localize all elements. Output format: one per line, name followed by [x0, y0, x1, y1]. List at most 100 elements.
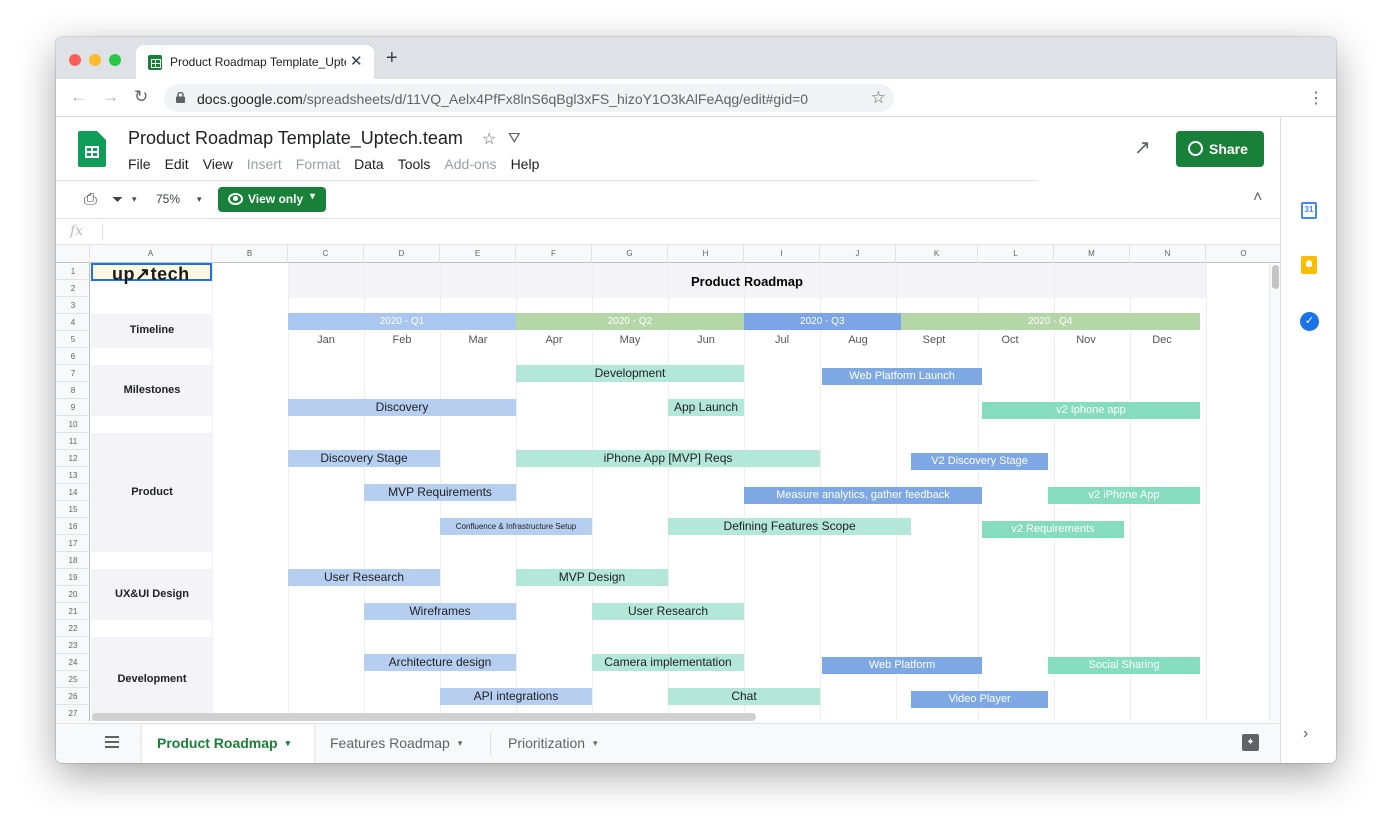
roadmap-bar[interactable]: Development: [516, 365, 744, 382]
menu-item-format[interactable]: Format: [296, 156, 340, 172]
column-header-m[interactable]: M: [1054, 245, 1130, 263]
reload-icon[interactable]: ↻: [134, 88, 148, 106]
collapse-header-icon[interactable]: ˄: [1253, 189, 1262, 207]
row-header-24[interactable]: 24: [56, 654, 90, 671]
column-header-k[interactable]: K: [896, 245, 978, 263]
sheet-tab-features-roadmap[interactable]: Features Roadmap ▾: [330, 724, 462, 763]
row-header-25[interactable]: 25: [56, 671, 90, 688]
zoom-caret-icon[interactable]: ▾: [197, 194, 202, 205]
roadmap-bar[interactable]: Defining Features Scope: [668, 518, 912, 535]
row-header-4[interactable]: 4: [56, 314, 90, 331]
sheet-tab-caret-icon[interactable]: ▾: [593, 738, 598, 748]
corner-cell[interactable]: [56, 245, 90, 263]
menu-item-help[interactable]: Help: [511, 156, 540, 172]
expand-panel-icon[interactable]: ›: [1303, 725, 1308, 743]
row-header-3[interactable]: 3: [56, 297, 90, 314]
roadmap-bar[interactable]: V2 Discovery Stage: [911, 453, 1048, 471]
sheets-logo-icon[interactable]: [78, 131, 106, 167]
menu-item-edit[interactable]: Edit: [165, 156, 189, 172]
row-header-10[interactable]: 10: [56, 416, 90, 433]
selected-cell-a1[interactable]: up↗tech: [91, 263, 212, 284]
formula-bar[interactable]: fx: [56, 219, 1280, 245]
menu-item-addons[interactable]: Add-ons: [444, 156, 496, 172]
column-header-d[interactable]: D: [364, 245, 440, 263]
zoom-select[interactable]: 75%: [156, 192, 180, 206]
browser-tab[interactable]: Product Roadmap Template_Uptech.team ✕: [136, 45, 374, 79]
explore-icon[interactable]: ✦: [1242, 734, 1259, 751]
row-header-27[interactable]: 27: [56, 705, 90, 721]
column-header-g[interactable]: G: [592, 245, 668, 263]
row-header-20[interactable]: 20: [56, 586, 90, 603]
vertical-scroll-thumb[interactable]: [1272, 265, 1279, 289]
roadmap-bar[interactable]: v2 Requirements: [981, 521, 1124, 539]
column-header-e[interactable]: E: [440, 245, 516, 263]
column-header-c[interactable]: C: [288, 245, 364, 263]
row-header-19[interactable]: 19: [56, 569, 90, 586]
column-header-i[interactable]: I: [744, 245, 820, 263]
roadmap-bar[interactable]: v2 iPhone App: [1048, 487, 1200, 505]
roadmap-bar[interactable]: Chat: [668, 688, 820, 705]
print-icon[interactable]: ⎙: [84, 191, 97, 209]
row-header-23[interactable]: 23: [56, 637, 90, 654]
filter-icon[interactable]: ⏷: [112, 191, 123, 208]
row-header-11[interactable]: 11: [56, 433, 90, 450]
row-header-17[interactable]: 17: [56, 535, 90, 552]
column-header-l[interactable]: L: [978, 245, 1054, 263]
all-sheets-icon[interactable]: [105, 736, 119, 748]
close-window-button[interactable]: [69, 54, 81, 66]
new-tab-icon[interactable]: +: [386, 48, 398, 68]
row-header-14[interactable]: 14: [56, 484, 90, 501]
roadmap-bar[interactable]: Social Sharing: [1048, 657, 1200, 675]
roadmap-bar[interactable]: Discovery Stage: [288, 450, 440, 467]
sheet-tab-product-roadmap[interactable]: Product Roadmap ▾: [142, 724, 314, 763]
row-header-6[interactable]: 6: [56, 348, 90, 365]
tab-close-icon[interactable]: ✕: [350, 52, 363, 70]
roadmap-bar[interactable]: User Research: [592, 603, 744, 620]
minimize-window-button[interactable]: [89, 54, 101, 66]
column-header-a[interactable]: A: [90, 245, 212, 263]
column-header-j[interactable]: J: [820, 245, 896, 263]
roadmap-bar[interactable]: Camera implementation: [592, 654, 744, 671]
maximize-window-button[interactable]: [109, 54, 121, 66]
row-header-8[interactable]: 8: [56, 382, 90, 399]
share-button[interactable]: Share: [1176, 131, 1264, 167]
roadmap-bar[interactable]: v2 Iphone app: [981, 402, 1200, 420]
roadmap-bar[interactable]: App Launch: [668, 399, 744, 416]
roadmap-bar[interactable]: User Research: [288, 569, 440, 586]
row-header-1[interactable]: 1: [56, 263, 90, 280]
row-header-13[interactable]: 13: [56, 467, 90, 484]
roadmap-bar[interactable]: Web Platform: [822, 657, 982, 675]
row-header-22[interactable]: 22: [56, 620, 90, 637]
row-header-7[interactable]: 7: [56, 365, 90, 382]
roadmap-bar[interactable]: Measure analytics, gather feedback: [744, 487, 982, 505]
row-header-9[interactable]: 9: [56, 399, 90, 416]
column-header-f[interactable]: F: [516, 245, 592, 263]
row-header-5[interactable]: 5: [56, 331, 90, 348]
menu-item-file[interactable]: File: [128, 156, 151, 172]
roadmap-bar[interactable]: API integrations: [440, 688, 592, 705]
row-header-12[interactable]: 12: [56, 450, 90, 467]
row-header-15[interactable]: 15: [56, 501, 90, 518]
row-header-18[interactable]: 18: [56, 552, 90, 569]
column-header-n[interactable]: N: [1130, 245, 1206, 263]
document-title[interactable]: Product Roadmap Template_Uptech.team: [128, 128, 463, 149]
menu-item-tools[interactable]: Tools: [398, 156, 431, 172]
view-only-button[interactable]: View only ▾: [218, 187, 326, 212]
column-header-b[interactable]: B: [212, 245, 288, 263]
calendar-icon[interactable]: 31: [1301, 202, 1317, 219]
row-header-2[interactable]: 2: [56, 280, 90, 297]
activity-trend-icon[interactable]: ↗: [1134, 135, 1151, 160]
drive-move-icon[interactable]: ⛛: [508, 130, 521, 147]
star-document-icon[interactable]: ☆: [482, 129, 496, 149]
roadmap-bar[interactable]: Confluence & Infrastructure Setup: [440, 518, 592, 535]
address-bar[interactable]: docs.google.com/spreadsheets/d/11VQ_Aelx…: [164, 84, 894, 112]
row-header-26[interactable]: 26: [56, 688, 90, 705]
column-header-h[interactable]: H: [668, 245, 744, 263]
roadmap-bar[interactable]: Wireframes: [364, 603, 516, 620]
sheet-tab-prioritization[interactable]: Prioritization ▾: [508, 724, 598, 763]
menu-item-data[interactable]: Data: [354, 156, 384, 172]
horizontal-scroll-thumb[interactable]: [92, 713, 756, 721]
column-header-o[interactable]: O: [1206, 245, 1280, 263]
spreadsheet-grid[interactable]: ABCDEFGHIJKLMNO 1 2 3 4 5 6 7 8 9 10 11 12 13 14 15 16 1…: [56, 245, 1280, 721]
roadmap-bar[interactable]: Video Player: [911, 691, 1048, 709]
